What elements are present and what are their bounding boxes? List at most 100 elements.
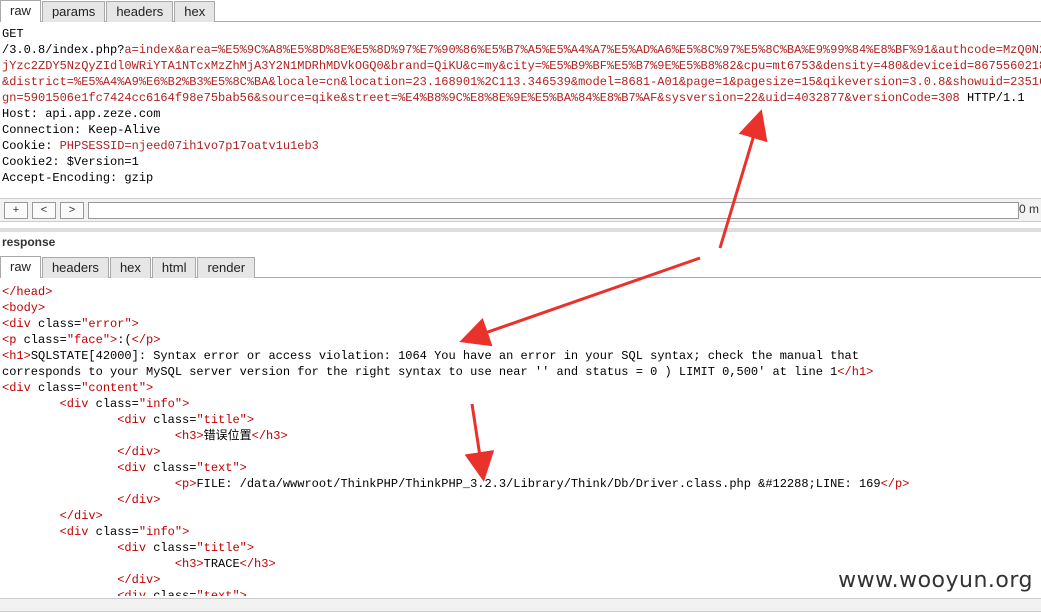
html-text: corresponds to your MySQL server version… [2,365,838,379]
response-line: <div class="content"> [2,380,1041,396]
request-line: &district=%E5%A4%A9%E6%B2%B3%E5%8C%BA&lo… [2,74,1041,90]
html-attr-value: "error" [81,317,132,331]
request-line: Cookie2: $Version=1 [2,154,1041,170]
request-line-text: Cookie2: $Version=1 [2,155,139,169]
response-line: <p>FILE: /data/wwwroot/ThinkPHP/ThinkPHP… [2,476,1041,492]
response-tab-raw[interactable]: raw [0,256,41,278]
html-tag: <div [117,541,154,555]
html-text [2,541,117,555]
html-tag: > [131,317,139,331]
response-tab-headers[interactable]: headers [41,257,109,278]
html-text: 错误位置 [203,429,252,443]
html-tag: </p> [880,477,910,491]
html-tag: <body> [2,301,46,315]
response-line: <body> [2,300,1041,316]
html-text: class= [38,317,82,331]
html-tag: > [246,413,255,427]
html-text [2,525,60,539]
html-tag: > [246,541,255,555]
html-tag: <h3> [174,557,204,571]
html-tag: <div [2,381,39,395]
pane-divider[interactable] [0,228,1041,232]
request-line: Connection: Keep-Alive [2,122,1041,138]
request-next-button[interactable]: > [60,202,84,219]
html-tag: <div [117,461,154,475]
response-line: <div class="info"> [2,524,1041,540]
request-param-text: jYzc2ZDY5NzQyZIdl0WRiYTA1NTcxMzZhMjA3Y2N… [2,59,1041,73]
request-line: jYzc2ZDY5NzQyZIdl0WRiYTA1NTcxMzZhMjA3Y2N… [2,58,1041,74]
html-text: class= [95,525,139,539]
html-text [2,493,117,507]
html-text: SQLSTATE[42000]: Syntax error or access … [30,349,859,363]
html-tag: <h3> [174,429,204,443]
request-prev-button[interactable]: < [32,202,56,219]
request-tab-hex[interactable]: hex [174,1,216,22]
html-tag: > [239,461,247,475]
request-match-count: 0 m [1018,202,1039,216]
html-text [2,477,175,491]
html-attr-value: "face" [66,333,111,347]
response-line: <h3>错误位置</h3> [2,428,1041,444]
request-search-input[interactable] [88,202,1019,219]
response-tab-hex[interactable]: hex [109,257,151,278]
response-tab-render[interactable]: render [197,257,256,278]
html-text: class= [95,397,139,411]
html-text: class= [153,461,197,475]
html-text [2,429,175,443]
request-add-button[interactable]: + [4,202,28,219]
response-raw-text[interactable]: </head> <body> <div class="error"> <p class… [2,284,1041,596]
html-tag: <p [2,333,24,347]
html-tag: </div> [117,445,161,459]
request-tabbar: raw params headers hex [0,0,1041,22]
request-param-text: PHPSESSID=njeed07ih1vo7p17oatv1u1eb3 [59,139,319,153]
response-line: <h1>SQLSTATE[42000]: Syntax error or acc… [2,348,1041,364]
html-attr-value: "info" [138,525,183,539]
request-line-text: Host: api.app.zeze.com [2,107,161,121]
html-tag: </div> [117,573,161,587]
request-search-bar: + < > 0 m [0,198,1041,222]
request-line: GET [2,26,1041,42]
response-heading: response [2,235,56,249]
response-tab-html[interactable]: html [151,257,197,278]
request-tab-raw[interactable]: raw [0,0,41,22]
request-param-text: gn=5901506e1fc7424cc6164f98e75bab56&sour… [2,91,960,105]
html-text: TRACE [203,557,240,571]
html-tag: </h3> [239,557,276,571]
html-tag: <div [117,413,154,427]
html-attr-value: "text" [196,589,240,596]
request-line-text: Connection: Keep-Alive [2,123,161,137]
html-text: class= [23,333,67,347]
html-attr-value: "title" [196,541,247,555]
request-tab-params[interactable]: params [41,1,106,22]
response-search-bar [0,598,1041,612]
response-line: </div> [2,508,1041,524]
html-attr-value: "info" [138,397,183,411]
html-tag: > [182,397,190,411]
request-line-text: Accept-Encoding: gzip [2,171,154,185]
html-tag: > [146,381,154,395]
request-param-text: a=index&area=%E5%9C%A8%E5%8D%8E%E5%8D%97… [124,43,1041,57]
response-line: <div class="text"> [2,460,1041,476]
html-tag: </div> [59,509,103,523]
request-tab-headers[interactable]: headers [106,1,174,22]
html-text [2,461,117,475]
response-line: <div class="title"> [2,540,1041,556]
request-line-text: Cookie: [2,139,60,153]
response-line: <div class="error"> [2,316,1041,332]
html-text: FILE: /data/wwwroot/ThinkPHP/ThinkPHP_3.… [196,477,881,491]
html-text: class= [153,589,197,596]
request-line: /3.0.8/index.php?a=index&area=%E5%9C%A8%… [2,42,1041,58]
html-tag: <div [59,397,96,411]
html-text [2,589,117,596]
response-line: <div class="title"> [2,412,1041,428]
html-tag: <h1> [2,349,31,363]
html-attr-value: "text" [196,461,240,475]
html-text: class= [38,381,82,395]
response-line: </head> [2,284,1041,300]
request-line: gn=5901506e1fc7424cc6164f98e75bab56&sour… [2,90,1041,106]
request-raw-text[interactable]: GET/3.0.8/index.php?a=index&area=%E5%9C%… [2,26,1041,194]
html-text [2,445,117,459]
html-text [2,557,175,571]
request-line: Host: api.app.zeze.com [2,106,1041,122]
html-text: :( [117,333,132,347]
